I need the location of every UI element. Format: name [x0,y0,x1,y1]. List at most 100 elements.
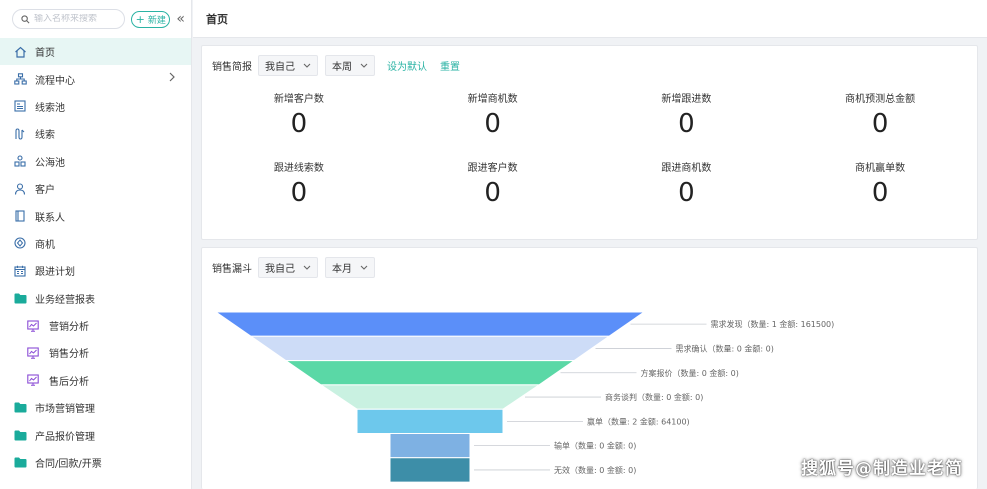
page-title: 首页 [206,12,228,26]
sidebar-item[interactable]: 商机 [0,230,191,257]
plus-icon: + [135,12,145,26]
funnel-stage-shape [389,457,471,483]
funnel-stage-label: 输单（数量: 0 金额: 0) [554,441,636,451]
stat-label: 跟进线索数 [273,163,324,174]
sidebar-item-label: 线索池 [35,102,65,114]
stat-card: 跟进客户数 0 [396,160,590,229]
sidebar-item[interactable]: 业务经营报表 [0,285,191,312]
lead-pool-icon [13,99,27,113]
sidebar-item[interactable]: 流程中心 [0,65,191,92]
folder-icon [13,401,27,415]
folder-icon [13,291,27,305]
funnel-stage-shape [389,433,471,459]
period-select[interactable]: 本周 [325,55,375,76]
sidebar-item-label: 跟进计划 [35,267,75,279]
stat-value: 0 [484,109,501,139]
lead-icon [13,127,27,141]
sidebar-item[interactable]: 公海池 [0,148,191,175]
customer-icon [13,182,27,196]
funnel-stage-shape [319,384,541,410]
calendar-icon [13,264,27,278]
funnel-stage-label: 商务谈判（数量: 0 金额: 0) [605,392,703,402]
sidebar-item-label: 业务经营报表 [35,294,95,306]
chevron-right-icon [169,72,175,85]
new-button-label: 新建 [147,15,166,26]
funnel-stage-shape [214,311,646,337]
stat-label: 商机赢单数 [855,163,906,174]
folder-icon [13,428,27,442]
chart-monitor-icon [26,319,40,333]
sidebar-item[interactable]: 联系人 [0,202,191,229]
public-pool-icon [13,154,27,168]
stat-value: 0 [290,178,308,208]
sales-brief-label: 销售简报 [212,62,252,73]
chevron-down-icon [303,63,311,68]
sidebar-item-label: 公海池 [35,157,65,169]
funnel-stage-label: 赢单（数量: 2 金额: 64100) [587,416,690,426]
stat-value: 0 [871,109,889,139]
sidebar-item[interactable]: 营销分析 [0,312,191,339]
search-input[interactable] [34,14,124,24]
owner-select[interactable]: 我自己 [258,55,318,76]
sidebar-item-label: 线索 [35,130,55,142]
sidebar-item[interactable]: 线索 [0,120,191,147]
funnel-stage-label: 无效（数量: 0 金额: 0) [554,465,636,475]
sidebar-item-label: 流程中心 [35,75,75,87]
stat-card: 新增客户数 0 [202,91,396,160]
sidebar-item-label: 联系人 [35,212,65,224]
search-icon [21,14,30,23]
opportunity-icon [13,236,27,250]
set-default-link[interactable]: 设为默认 [387,58,427,73]
stat-card: 新增跟进数 0 [590,91,784,160]
funnel-stage: 需求发现（数量: 1 金额: 161500) [214,311,834,337]
stat-label: 新增客户数 [273,94,324,105]
chart-monitor-icon [26,373,40,387]
sidebar-item[interactable]: 售后分析 [0,367,191,394]
search-box[interactable] [12,9,125,29]
stat-value: 0 [871,178,889,208]
stat-label: 新增跟进数 [661,94,712,105]
stat-value: 0 [484,178,501,208]
sidebar-item[interactable]: 客户 [0,175,191,202]
sidebar-item[interactable]: 首页 [0,38,191,66]
sidebar-item[interactable]: 线索池 [0,93,191,120]
stat-label: 跟进客户数 [467,163,518,174]
sidebar-item-label: 商机 [35,239,55,251]
sidebar-item[interactable]: 销售分析 [0,339,191,366]
new-button[interactable]: + 新建 [131,10,171,28]
sidebar-item[interactable]: 市场营销管理 [0,394,191,421]
sales-brief-toolbar: 销售简报 我自己 本周 设为默认 重置 [212,55,468,76]
funnel-stage-label: 方案报价（数量: 0 金额: 0) [641,368,739,378]
sidebar-item[interactable]: 合同/回款/开票 [0,449,191,476]
sidebar-item[interactable]: 跟进计划 [0,257,191,284]
sidebar-search-row: + 新建 « [0,0,191,38]
funnel-stage: 方案报价（数量: 0 金额: 0) [284,360,739,386]
stat-value: 0 [678,109,695,139]
stat-card: 新增商机数 0 [396,91,590,160]
sidebar-menu: 首页流程中心线索池线索公海池客户联系人商机跟进计划业务经营报表营销分析销售分析售… [0,38,191,476]
watermark: 搜狐号@制造业老简 [801,459,963,479]
stat-card: 商机赢单数 0 [783,160,977,229]
period-select-value: 本周 [332,62,352,73]
sidebar-item-label: 售后分析 [49,376,89,388]
home-icon [13,45,27,59]
reset-link[interactable]: 重置 [440,58,460,73]
folder-icon [13,456,27,470]
sales-funnel-card: 销售漏斗 我自己 本月 需求发现（数量: 1 金额: 161500) 需求确认（数… [201,247,978,489]
funnel-stage-shape [356,408,504,434]
chart-monitor-icon [26,346,40,360]
sidebar: + 新建 « 首页流程中心线索池线索公海池客户联系人商机跟进计划业务经营报表营销… [0,0,192,489]
stat-label: 跟进商机数 [661,163,712,174]
funnel-stage-shape [249,335,611,362]
chevron-down-icon [360,63,368,68]
stat-value: 0 [678,178,695,208]
sidebar-item-label: 销售分析 [49,349,89,361]
stat-label: 商机预测总金额 [845,94,916,105]
sidebar-item[interactable]: 产品报价管理 [0,421,191,448]
funnel-stage: 商务谈判（数量: 0 金额: 0) [319,384,703,410]
funnel-stage: 赢单（数量: 2 金额: 64100) [356,408,690,434]
funnel-stage-shape [284,360,576,386]
flow-icon [13,72,27,86]
collapse-sidebar-icon[interactable]: « [176,12,185,26]
funnel-chart: 需求发现（数量: 1 金额: 161500) 需求确认（数量: 0 金额: 0) 方… [214,311,834,483]
